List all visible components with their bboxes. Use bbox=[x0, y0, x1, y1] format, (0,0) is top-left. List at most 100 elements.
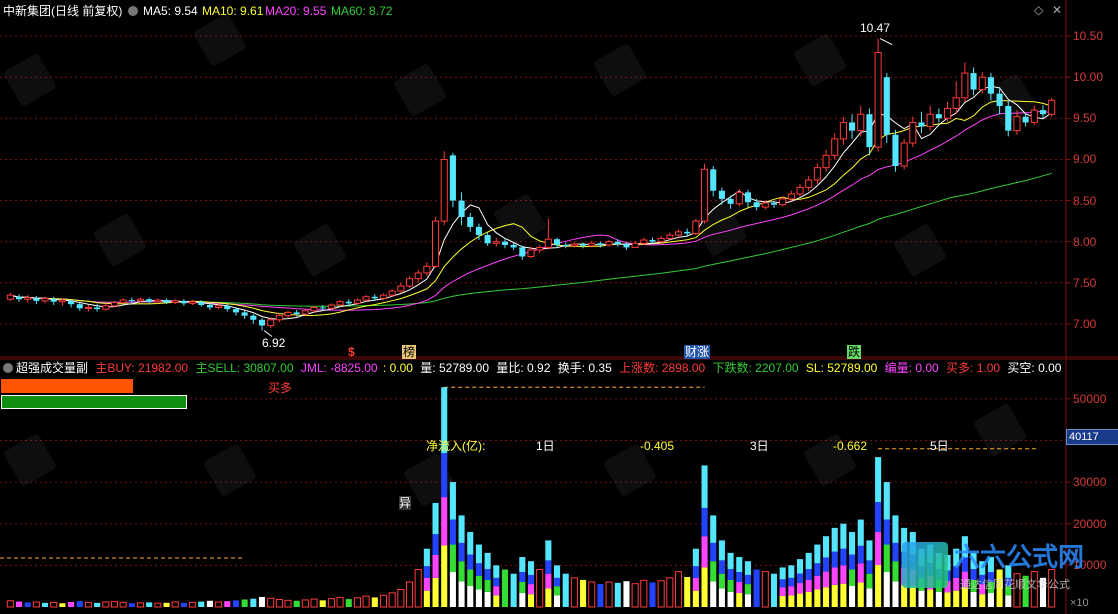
ma5-toggle[interactable] bbox=[128, 4, 138, 18]
candle-body bbox=[15, 296, 23, 300]
volume-bar-segment bbox=[423, 548, 430, 567]
candle-body bbox=[623, 244, 630, 248]
volume-bar-segment bbox=[527, 574, 535, 585]
volume-bar bbox=[649, 582, 656, 607]
candle-body bbox=[935, 114, 942, 119]
candle-body bbox=[119, 299, 127, 304]
candle-body bbox=[1013, 116, 1021, 132]
volume-bar-segment bbox=[467, 554, 474, 570]
volume-tick-label: 50000 bbox=[1073, 391, 1107, 406]
candle-body bbox=[813, 167, 821, 181]
volume-bar-segment bbox=[458, 515, 465, 543]
volume-bar-segment bbox=[796, 593, 804, 607]
volume-bar-segment bbox=[736, 572, 743, 583]
candle-body bbox=[163, 300, 170, 303]
buy-many-value: 买多: 1.00 bbox=[946, 361, 1001, 375]
candle-body bbox=[900, 142, 908, 167]
price-tick-label: 7.50 bbox=[1073, 275, 1097, 290]
volume-bar-segment bbox=[840, 523, 847, 549]
candle-body bbox=[1048, 99, 1056, 115]
buy-strength-bar bbox=[1, 379, 133, 393]
volume-bar bbox=[666, 577, 674, 608]
volume-bar-segment bbox=[814, 544, 821, 564]
event-marker-caizhang[interactable]: 财涨 bbox=[684, 345, 711, 359]
volume-bar-segment bbox=[423, 566, 430, 578]
candle-body bbox=[536, 246, 544, 251]
candle-body bbox=[892, 134, 899, 167]
candle-body bbox=[250, 315, 257, 320]
candle-body bbox=[189, 301, 197, 304]
volume-bar bbox=[206, 600, 213, 607]
candle-body bbox=[553, 239, 561, 245]
event-marker-bang[interactable]: 榜 bbox=[402, 345, 417, 359]
candle-body bbox=[614, 241, 621, 245]
volume-bar-segment bbox=[467, 586, 474, 607]
volume-bar bbox=[562, 573, 569, 607]
volume-bar-segment bbox=[866, 573, 873, 589]
event-marker-s[interactable]: $ bbox=[348, 345, 355, 359]
diamond-icon[interactable]: ◇ bbox=[1034, 3, 1043, 17]
candle-body bbox=[241, 312, 248, 316]
volume-bar-segment bbox=[796, 559, 804, 574]
candle-body bbox=[631, 242, 639, 248]
volume-bar-segment bbox=[736, 593, 743, 607]
ma-toggle-icon[interactable] bbox=[128, 6, 138, 16]
ma20-label: MA20: 9.55 bbox=[265, 4, 327, 18]
volume-bar-segment bbox=[875, 565, 882, 607]
candle-body bbox=[180, 300, 187, 304]
volume-value: 量: 52789.00 bbox=[420, 361, 490, 375]
candle-body bbox=[397, 285, 405, 292]
jml-value: JML: -8825.00 bbox=[300, 361, 378, 375]
volume-bar-segment bbox=[744, 561, 751, 575]
volume-bar bbox=[50, 601, 58, 608]
volume-bar-segment bbox=[849, 569, 856, 587]
volume-bar-segment bbox=[736, 582, 743, 594]
indicator-toggle-icon[interactable] bbox=[3, 363, 13, 373]
brand-subtitle: 通达信同花顺文华公式 bbox=[960, 579, 1070, 591]
volume-bar-segment bbox=[718, 588, 725, 607]
volume-bar-segment bbox=[484, 569, 491, 580]
candle-body bbox=[440, 158, 448, 222]
volume-bar bbox=[110, 601, 119, 608]
candle-body bbox=[970, 73, 977, 90]
volume-bar bbox=[614, 582, 621, 607]
volume-bar bbox=[588, 581, 596, 608]
event-marker-die[interactable]: 跌 bbox=[847, 345, 862, 359]
volume-bar bbox=[362, 595, 370, 608]
candle-body bbox=[918, 122, 925, 127]
candle-body bbox=[787, 193, 795, 200]
candle-body bbox=[727, 198, 734, 204]
volume-bar-segment bbox=[883, 519, 890, 545]
candle-body bbox=[206, 304, 213, 308]
volume-bar bbox=[224, 601, 231, 607]
watermark-tile bbox=[694, 204, 746, 256]
volume-bar-segment bbox=[545, 588, 552, 607]
volume-bar bbox=[657, 580, 665, 608]
chart-canvas[interactable] bbox=[0, 0, 1118, 614]
sell-value: 主SELL: 30807.00 bbox=[195, 361, 294, 375]
high-pointer bbox=[879, 38, 893, 46]
candle-body bbox=[215, 305, 223, 308]
volume-bar bbox=[405, 581, 414, 608]
candle-body bbox=[943, 107, 952, 119]
candle-body bbox=[484, 235, 491, 244]
candle-body bbox=[319, 307, 326, 309]
inflow-3d-label: 3日 bbox=[750, 439, 769, 453]
candle-body bbox=[649, 240, 656, 242]
candle-body bbox=[909, 121, 917, 144]
volume-bar bbox=[293, 600, 300, 607]
close-icon[interactable]: ✕ bbox=[1052, 3, 1062, 17]
volume-bar-segment bbox=[432, 577, 439, 607]
volume-bar bbox=[674, 571, 683, 608]
candle-body bbox=[718, 190, 725, 199]
candle-body bbox=[770, 203, 778, 205]
turnover-value: 换手: 0.35 bbox=[557, 361, 612, 375]
volume-bar bbox=[605, 581, 613, 608]
volume-bar-segment bbox=[527, 584, 535, 595]
cursor-value-box: 40117 bbox=[1066, 429, 1118, 445]
volume-bar bbox=[215, 601, 223, 608]
volume-bar-segment bbox=[701, 536, 708, 568]
volume-bar-segment bbox=[553, 586, 561, 596]
volume-bar-segment bbox=[727, 569, 734, 580]
volume-bar-segment bbox=[840, 565, 847, 584]
